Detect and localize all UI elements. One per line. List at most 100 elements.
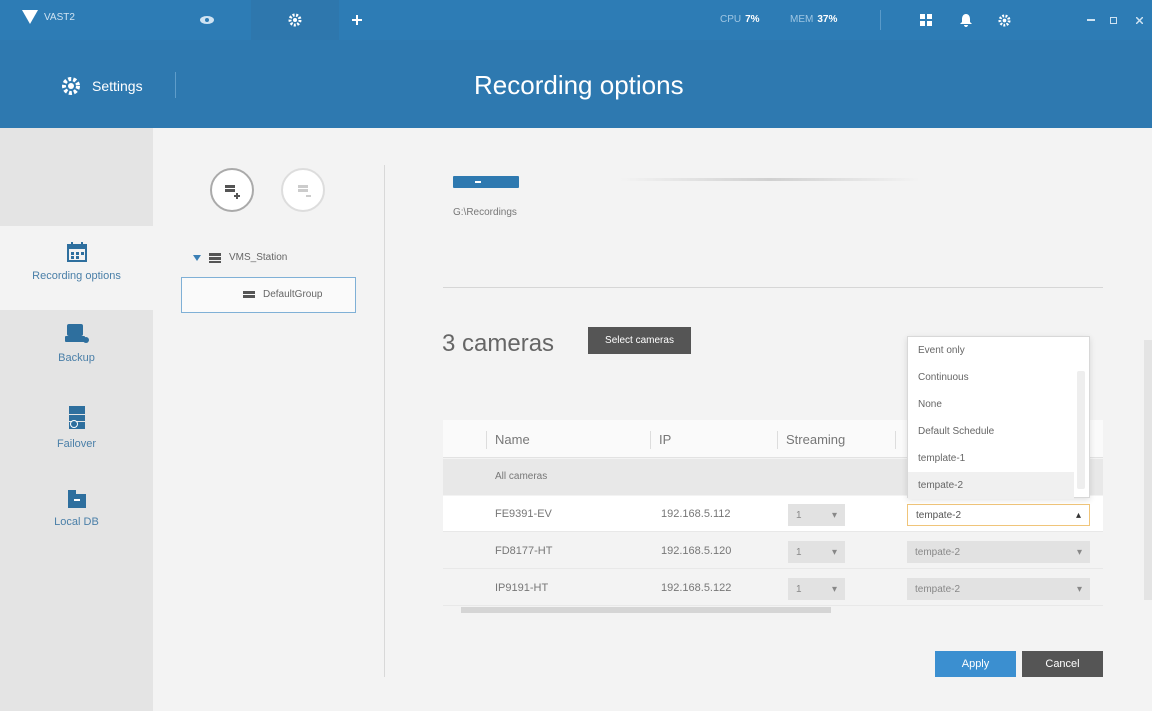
settings-gear-icon bbox=[62, 77, 80, 95]
chevron-down-icon: ▾ bbox=[1076, 546, 1082, 558]
station-name: VMS_Station bbox=[229, 252, 288, 263]
cpu-value: 7% bbox=[745, 14, 760, 25]
title-bar: VAST2 CPU 7% MEM 37% bbox=[0, 0, 1152, 40]
mem-label: MEM bbox=[790, 14, 814, 25]
camera-name: FD8177-HT bbox=[495, 545, 553, 557]
section-divider bbox=[443, 287, 1103, 288]
schedule-select-open[interactable]: tempate-2 ▴ bbox=[907, 504, 1090, 526]
chevron-down-icon: ▾ bbox=[1076, 583, 1082, 595]
settings-breadcrumb[interactable]: Settings bbox=[60, 75, 143, 97]
chevron-up-icon: ▴ bbox=[1075, 509, 1081, 521]
chevron-down-icon: ▾ bbox=[831, 509, 837, 521]
column-header-streaming[interactable]: Streaming bbox=[777, 431, 845, 449]
eye-icon bbox=[200, 16, 214, 24]
storage-capacity-bar bbox=[620, 178, 920, 181]
streaming-value: 1 bbox=[796, 546, 802, 558]
sidebar-item-local-db[interactable]: Local DB bbox=[0, 490, 153, 560]
close-icon[interactable] bbox=[1130, 11, 1148, 29]
failover-server-icon bbox=[68, 406, 85, 429]
column-header-ip[interactable]: IP bbox=[650, 431, 671, 449]
dropdown-option-continuous[interactable]: Continuous bbox=[908, 364, 1074, 391]
gear-icon bbox=[288, 13, 302, 27]
camera-count: 3 cameras bbox=[442, 330, 555, 357]
mem-value: 37% bbox=[817, 14, 838, 25]
add-tab-button[interactable] bbox=[343, 0, 371, 40]
scrollbar-thumb[interactable] bbox=[461, 607, 831, 613]
streaming-value: 1 bbox=[796, 509, 802, 521]
header-divider bbox=[175, 72, 176, 98]
calendar-icon bbox=[66, 242, 87, 262]
add-station-button[interactable] bbox=[210, 168, 254, 212]
dropdown-scrollbar[interactable] bbox=[1077, 371, 1085, 489]
camera-name: IP9191-HT bbox=[495, 582, 549, 594]
dropdown-option-template-1[interactable]: template-1 bbox=[908, 445, 1074, 472]
column-header-schedule[interactable] bbox=[895, 431, 904, 449]
sidebar: Recording options Backup Failover Local … bbox=[0, 128, 153, 711]
streaming-select[interactable]: 1 ▾ bbox=[788, 541, 845, 563]
streaming-value: 1 bbox=[796, 583, 802, 595]
page-title: Recording options bbox=[474, 70, 684, 100]
vertical-scrollbar[interactable] bbox=[1144, 340, 1152, 600]
sidebar-item-label: Recording options bbox=[32, 270, 121, 282]
cpu-label: CPU bbox=[720, 14, 742, 25]
app-name: VAST2 bbox=[44, 11, 75, 23]
cpu-usage: CPU 7% bbox=[720, 14, 760, 25]
tree-node-station[interactable]: VMS_Station bbox=[193, 252, 287, 263]
column-divider bbox=[384, 165, 385, 677]
horizontal-scrollbar[interactable] bbox=[443, 606, 1103, 614]
storage-disk[interactable] bbox=[453, 176, 519, 195]
dropdown-option-event-only[interactable]: Event only bbox=[908, 337, 1074, 364]
table-row[interactable]: IP9191-HT 192.168.5.122 1 ▾ tempate-2 ▾ bbox=[443, 570, 1103, 606]
schedule-dropdown-list: Event only Continuous None Default Sched… bbox=[907, 336, 1090, 499]
dropdown-option-default-schedule[interactable]: Default Schedule bbox=[908, 418, 1074, 445]
camera-ip: 192.168.5.120 bbox=[661, 545, 732, 557]
schedule-value: tempate-2 bbox=[915, 546, 961, 558]
station-icon bbox=[209, 252, 221, 263]
minimize-icon[interactable] bbox=[1082, 11, 1100, 29]
schedule-value: tempate-2 bbox=[916, 509, 962, 521]
streaming-select[interactable]: 1 ▾ bbox=[788, 504, 845, 526]
table-row[interactable]: FE9391-EV 192.168.5.112 1 ▾ tempate-2 ▴ bbox=[443, 496, 1103, 532]
dropdown-option-tempate-2[interactable]: tempate-2 bbox=[908, 472, 1074, 499]
backup-drive-icon bbox=[64, 324, 89, 343]
sidebar-item-label: Local DB bbox=[54, 516, 99, 528]
system-settings-icon[interactable] bbox=[995, 11, 1013, 29]
chevron-down-icon: ▾ bbox=[831, 546, 837, 558]
maximize-icon[interactable] bbox=[1104, 11, 1122, 29]
group-icon bbox=[243, 290, 255, 298]
local-db-icon bbox=[67, 490, 86, 508]
camera-name: FE9391-EV bbox=[495, 508, 552, 520]
cancel-button[interactable]: Cancel bbox=[1022, 651, 1103, 677]
sidebar-item-backup[interactable]: Backup bbox=[0, 324, 153, 394]
select-cameras-button[interactable]: Select cameras bbox=[588, 327, 691, 354]
storage-path: G:\Recordings bbox=[453, 207, 517, 218]
layout-grid-icon[interactable] bbox=[917, 11, 935, 29]
all-cameras-label: All cameras bbox=[495, 471, 548, 482]
memory-usage: MEM 37% bbox=[790, 14, 837, 25]
streaming-select[interactable]: 1 ▾ bbox=[788, 578, 845, 600]
remove-station-button[interactable] bbox=[281, 168, 325, 212]
apply-button[interactable]: Apply bbox=[935, 651, 1016, 677]
dropdown-option-none[interactable]: None bbox=[908, 391, 1074, 418]
title-bar-divider bbox=[880, 10, 881, 30]
table-row[interactable]: FD8177-HT 192.168.5.120 1 ▾ tempate-2 ▾ bbox=[443, 533, 1103, 569]
schedule-select[interactable]: tempate-2 ▾ bbox=[907, 578, 1090, 600]
plus-icon bbox=[352, 15, 362, 25]
group-name: DefaultGroup bbox=[263, 289, 323, 300]
tab-liveview[interactable] bbox=[182, 0, 232, 40]
column-header-name[interactable]: Name bbox=[486, 431, 530, 449]
camera-ip: 192.168.5.112 bbox=[661, 508, 731, 520]
bell-icon[interactable] bbox=[957, 11, 975, 29]
tree-node-group-content[interactable]: DefaultGroup bbox=[243, 289, 322, 300]
page-header: Settings Recording options bbox=[0, 40, 1152, 128]
expand-arrow-icon[interactable] bbox=[193, 254, 201, 261]
add-server-icon bbox=[225, 185, 240, 199]
sidebar-item-recording-options[interactable]: Recording options bbox=[0, 226, 153, 310]
settings-label: Settings bbox=[92, 78, 143, 94]
tab-settings[interactable] bbox=[251, 0, 339, 40]
schedule-value: tempate-2 bbox=[915, 583, 961, 595]
hard-disk-icon bbox=[453, 176, 519, 188]
sidebar-item-failover[interactable]: Failover bbox=[0, 406, 153, 476]
schedule-select[interactable]: tempate-2 ▾ bbox=[907, 541, 1090, 563]
chevron-down-icon: ▾ bbox=[831, 583, 837, 595]
